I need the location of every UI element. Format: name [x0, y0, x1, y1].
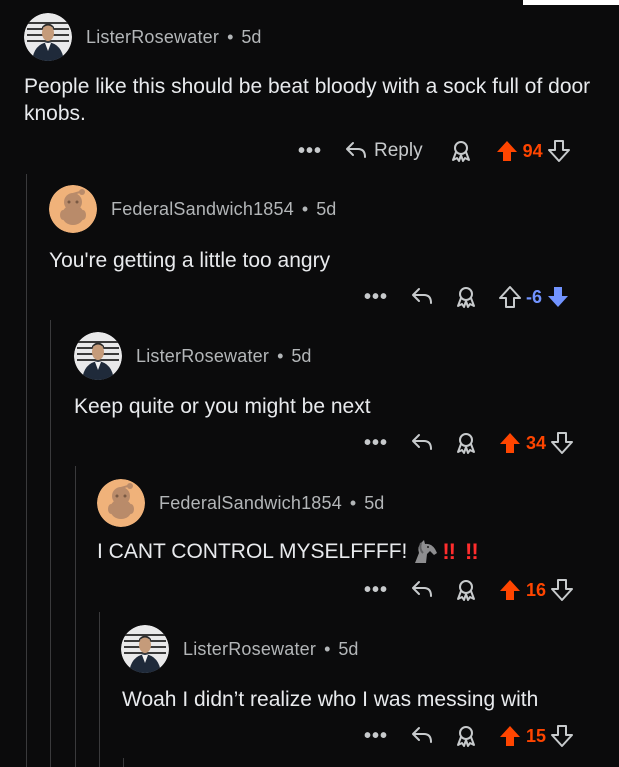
award-icon: [451, 141, 470, 162]
award-button[interactable]: [449, 139, 473, 163]
comment-body: Keep quite or you might be next: [74, 395, 371, 418]
reply-icon: [412, 727, 432, 743]
award-button[interactable]: [454, 285, 478, 309]
comment-age: 5d: [338, 638, 359, 659]
comment-actions: ••• -6: [362, 283, 570, 311]
award-button[interactable]: [454, 431, 478, 455]
upvote-button[interactable]: [495, 139, 519, 163]
double-exclamation-icon: !!: [465, 539, 479, 564]
award-button[interactable]: [454, 724, 478, 748]
comment-text: I CANT CONTROL MYSELFFFF!: [97, 540, 408, 563]
upvote-button[interactable]: [498, 724, 522, 748]
vote-score: 15: [526, 725, 547, 746]
username[interactable]: ListerRosewater: [86, 27, 219, 48]
downvote-arrow-icon: [551, 432, 574, 454]
meta-separator: •: [277, 345, 284, 366]
upvote-button[interactable]: [498, 578, 522, 602]
downvote-arrow-icon: [551, 725, 574, 747]
avatar[interactable]: [97, 479, 145, 527]
vote-score: 94: [522, 140, 543, 161]
downvote-arrow-icon: [547, 140, 570, 162]
comment-age: 5d: [364, 492, 385, 513]
comment-age: 5d: [241, 26, 262, 47]
comment-age: 5d: [291, 345, 312, 366]
comment-body: You're getting a little too angry: [49, 249, 331, 272]
more-options-button[interactable]: •••: [362, 286, 390, 309]
more-options-button[interactable]: •••: [362, 579, 390, 602]
meta-separator: •: [301, 198, 309, 219]
username[interactable]: ListerRosewater: [183, 639, 316, 660]
horse-icon: [415, 539, 438, 563]
username[interactable]: ListerRosewater: [136, 346, 269, 367]
downvote-arrow-icon: [551, 579, 574, 601]
avatar[interactable]: [49, 185, 97, 233]
avatar[interactable]: [24, 13, 72, 61]
more-options-button[interactable]: •••: [362, 725, 390, 748]
upvote-arrow-filled-icon: [496, 141, 517, 161]
double-exclamation-icon: !!: [442, 539, 456, 564]
downvote-button[interactable]: [546, 285, 570, 309]
upvote-arrow-filled-icon: [500, 433, 520, 453]
comment-header: ListerRosewater • 5d: [74, 332, 311, 380]
upvote-arrow-filled-icon: [500, 580, 520, 600]
comment-age: 5d: [316, 198, 337, 219]
vote-score: -6: [526, 286, 543, 307]
comment-body: People like this should be beat bloody w…: [24, 75, 591, 125]
username[interactable]: FederalSandwich1854: [159, 493, 342, 514]
downvote-button[interactable]: [550, 431, 574, 455]
upvote-button[interactable]: [498, 285, 522, 309]
comment-actions: ••• 15: [362, 722, 574, 750]
award-icon: [457, 433, 475, 454]
avatar[interactable]: [121, 625, 169, 673]
thread-rail: [26, 174, 27, 767]
meta-separator: •: [349, 492, 357, 513]
more-options-button[interactable]: •••: [296, 140, 324, 163]
username[interactable]: FederalSandwich1854: [111, 199, 294, 220]
downvote-button[interactable]: [550, 724, 574, 748]
award-button[interactable]: [454, 578, 478, 602]
award-icon: [457, 580, 475, 601]
comment-actions: ••• 34: [362, 429, 574, 457]
thread-rail: [99, 612, 100, 767]
vote-score: 34: [526, 432, 547, 453]
comment-body: I CANT CONTROL MYSELFFFF! !! !!: [97, 538, 607, 565]
comment-header: ListerRosewater • 5d: [24, 13, 261, 61]
reply-icon: [412, 288, 432, 304]
reply-button[interactable]: [410, 286, 434, 308]
vote-score: 16: [526, 579, 547, 600]
comment-header: ListerRosewater • 5d: [121, 625, 358, 673]
reply-icon: [412, 434, 432, 450]
more-options-button[interactable]: •••: [362, 432, 390, 455]
downvote-arrow-filled-icon: [548, 287, 569, 307]
thread-rail: [75, 466, 76, 767]
reply-button[interactable]: Reply: [344, 140, 423, 162]
upvote-button[interactable]: [498, 431, 522, 455]
thread-rail: [123, 758, 124, 767]
comment-header: FederalSandwich1854 • 5d: [49, 185, 336, 233]
meta-separator: •: [324, 638, 331, 659]
emoji-group: !! !!: [411, 538, 479, 565]
comment-thread: ListerRosewater • 5d People like this sh…: [0, 0, 619, 767]
award-icon: [457, 287, 475, 308]
downvote-button[interactable]: [547, 139, 571, 163]
avatar[interactable]: [74, 332, 122, 380]
reply-icon: [412, 581, 432, 597]
award-icon: [457, 726, 475, 747]
thread-rail: [50, 320, 51, 767]
reply-icon: [346, 142, 366, 158]
comment-actions: ••• 16: [362, 576, 574, 604]
reply-label: Reply: [374, 140, 423, 161]
upvote-arrow-filled-icon: [500, 726, 520, 746]
downvote-button[interactable]: [550, 578, 574, 602]
comment-actions: ••• Reply 94: [296, 137, 571, 165]
upvote-arrow-icon: [499, 286, 521, 308]
reply-button[interactable]: [410, 725, 434, 747]
comment-body: Woah I didn’t realize who I was messing …: [122, 688, 539, 711]
reply-button[interactable]: [410, 432, 434, 454]
meta-separator: •: [227, 26, 234, 47]
comment-header: FederalSandwich1854 • 5d: [97, 479, 384, 527]
reply-button[interactable]: [410, 579, 434, 601]
